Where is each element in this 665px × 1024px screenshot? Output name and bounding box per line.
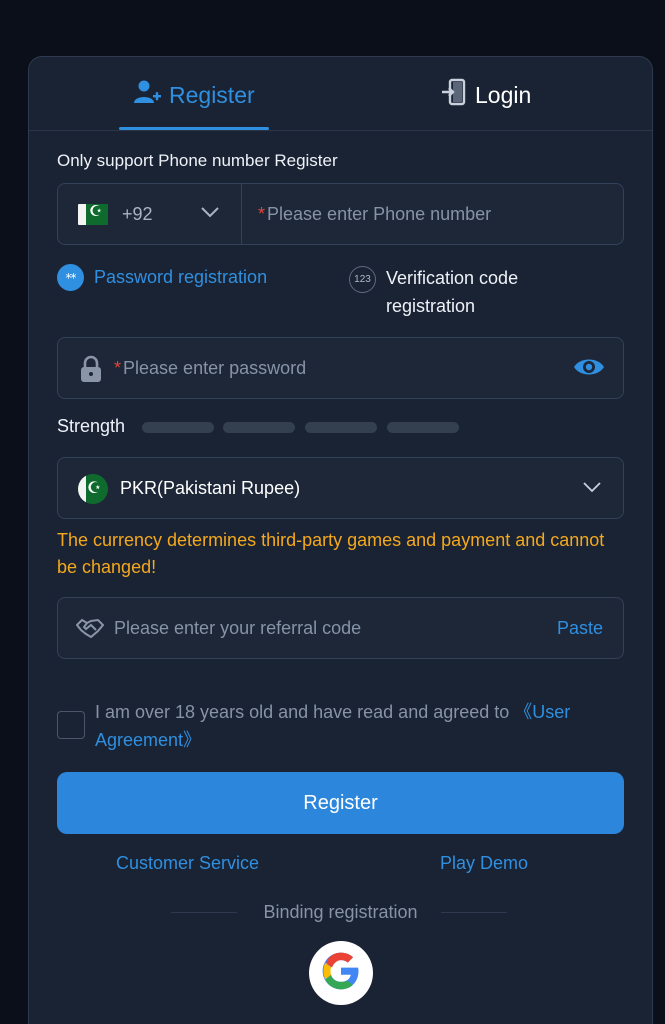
agreement-statement: I am over 18 years old and have read and… [95,702,515,722]
paste-button[interactable]: Paste [557,598,603,658]
binding-registration-label: Binding registration [263,902,418,922]
required-mark: * [258,203,266,224]
verification-code-registration-label: Verification code registration [386,268,519,316]
register-button[interactable]: Register [57,772,624,834]
currency-value: PKR(Pakistani Rupee) [120,477,301,498]
agreement-text: I am over 18 years old and have read and… [95,698,635,754]
strength-bar-4 [387,422,459,433]
chevron-down-icon [200,205,219,223]
country-code-select[interactable]: +92 [58,184,242,244]
required-mark: * [114,357,122,378]
strength-bar-2 [223,422,295,433]
pakistan-flag-icon [78,474,108,504]
auth-tabs: Register Login [29,57,652,131]
password-registration-option[interactable]: ** Password registration [57,264,267,291]
password-field[interactable]: * Please enter password [57,337,624,399]
strength-bar-1 [142,422,214,433]
lock-icon [80,355,102,388]
tab-register-label: Register [169,81,255,108]
currency-warning: The currency determines third-party game… [57,530,605,577]
pakistan-flag-icon [78,203,108,225]
tab-login-label: Login [475,81,532,108]
strength-bar-3 [305,422,377,433]
show-password-eye-icon[interactable] [573,355,605,384]
phone-field: +92 * Please enter Phone number [57,183,624,245]
strength-label: Strength [57,416,126,436]
phone-placeholder: Please enter Phone number [267,203,492,224]
chevron-down-icon [583,480,601,498]
handshake-icon [75,617,105,644]
customer-service-link[interactable]: Customer Service [116,853,259,874]
password-registration-label: Password registration [94,267,268,287]
phone-input[interactable]: * Please enter Phone number [258,184,608,244]
currency-select[interactable]: PKR(Pakistani Rupee) [57,457,624,519]
google-login-button[interactable] [309,941,373,1005]
referral-field: Please enter your referral code Paste [57,597,624,659]
add-user-icon [133,78,161,112]
form-heading: Only support Phone number Register [57,151,338,170]
tab-login[interactable]: Login [441,77,531,113]
verification-code-registration-option[interactable]: 123 Verification code registration [349,264,566,320]
login-door-icon [441,78,467,112]
password-placeholder: Please enter password [123,357,307,378]
tab-register[interactable]: Register [133,77,255,113]
agreement-checkbox[interactable] [57,711,85,739]
register-card: Register Login Only support Phone number… [28,56,653,1024]
active-tab-indicator [119,127,269,130]
google-icon [321,951,361,996]
password-mode-icon: ** [57,264,84,291]
play-demo-link[interactable]: Play Demo [440,853,528,874]
referral-input[interactable]: Please enter your referral code [114,598,361,658]
country-code-value: +92 [122,203,153,224]
code-mode-icon: 123 [349,266,376,293]
password-input[interactable]: * Please enter password [114,338,306,398]
